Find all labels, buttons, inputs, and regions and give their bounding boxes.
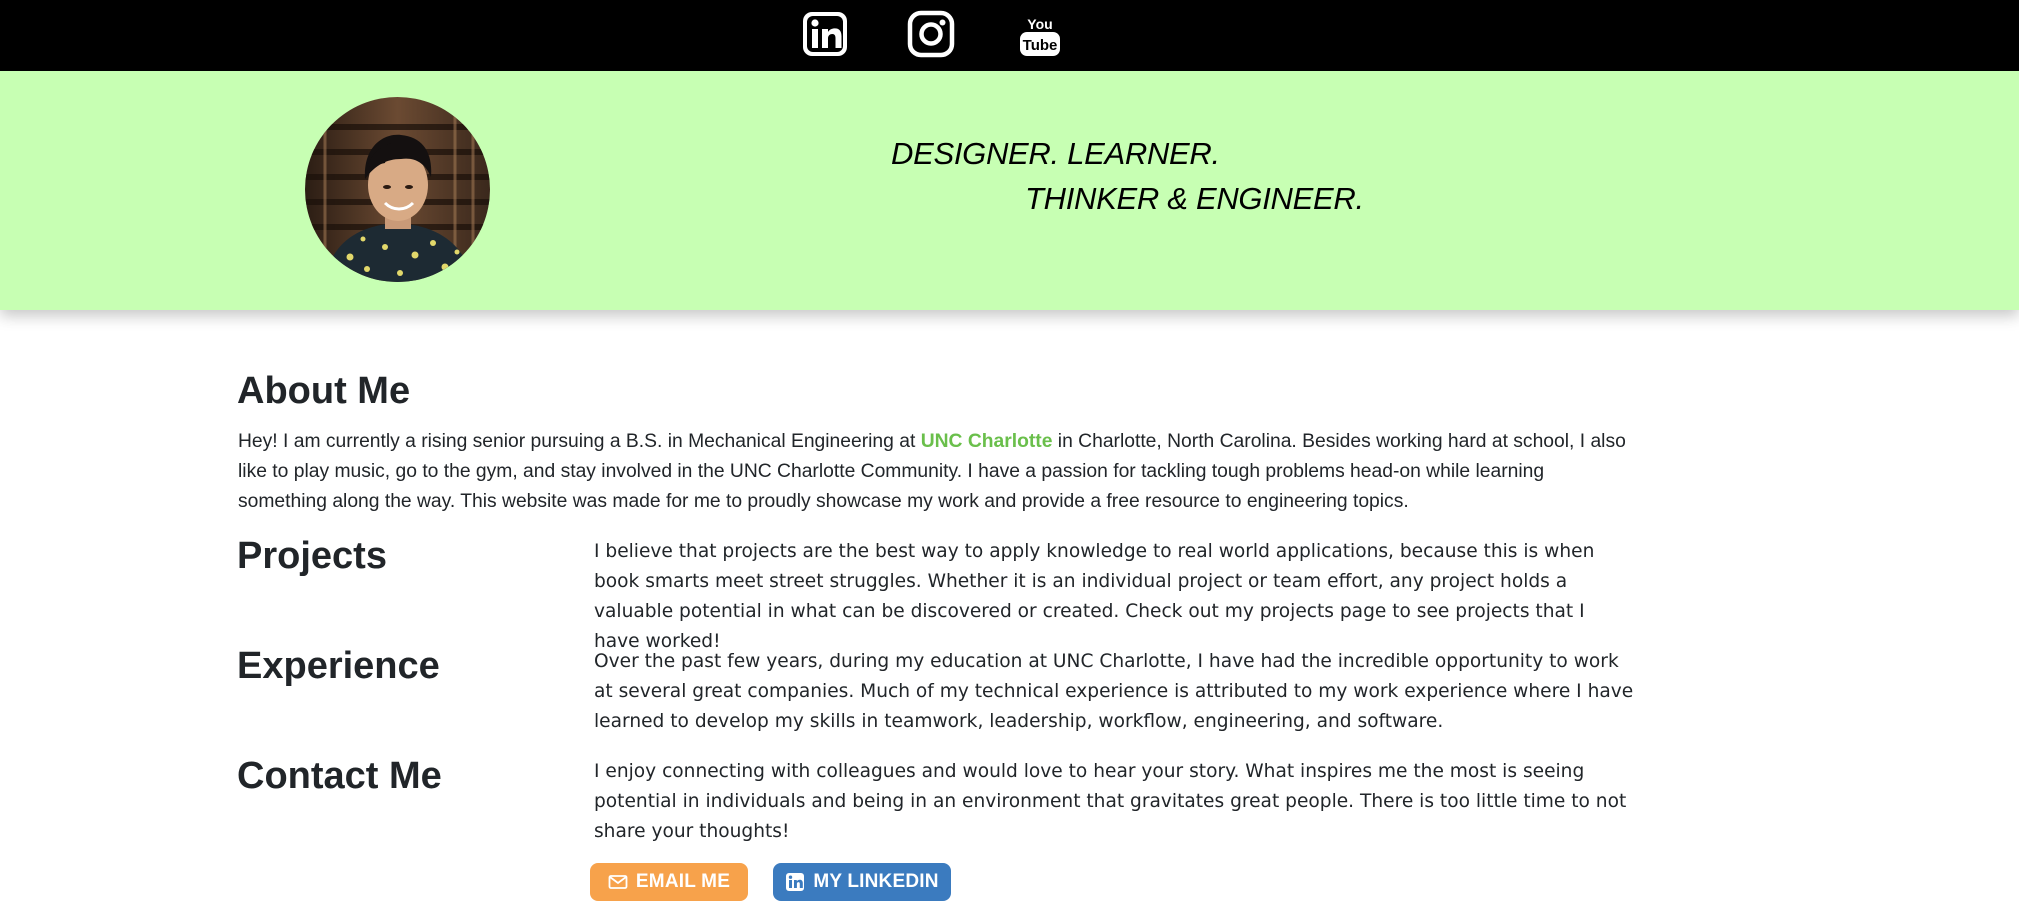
projects-heading: Projects	[237, 535, 387, 577]
profile-photo-icon	[305, 97, 490, 282]
linkedin-icon	[803, 12, 847, 56]
youtube-icon-text-top: You	[1027, 16, 1052, 32]
experience-paragraph: Over the past few years, during my educa…	[594, 651, 1634, 732]
profile-avatar	[305, 97, 490, 282]
my-linkedin-label: MY LINKEDIN	[813, 871, 939, 892]
youtube-icon: You Tube	[1020, 16, 1060, 56]
about-paragraph: Hey! I am currently a rising senior purs…	[238, 427, 1628, 517]
my-linkedin-button[interactable]: MY LINKEDIN	[773, 863, 951, 901]
experience-heading: Experience	[237, 645, 440, 687]
instagram-icon	[907, 10, 955, 58]
hero-banner	[0, 71, 2019, 310]
email-me-button[interactable]: EMAIL ME	[590, 863, 748, 901]
projects-paragraph: I believe that projects are the best way…	[594, 541, 1595, 652]
youtube-icon-text-bottom: Tube	[1023, 37, 1058, 54]
instagram-link[interactable]	[907, 10, 955, 58]
about-text-before: Hey! I am currently a rising senior purs…	[238, 431, 921, 452]
email-me-label: EMAIL ME	[635, 871, 731, 892]
linkedin-icon	[786, 873, 805, 891]
tagline-line-1: DESIGNER. LEARNER.	[891, 136, 1220, 171]
tagline-line-2: THINKER & ENGINEER.	[1025, 181, 1364, 216]
about-heading: About Me	[237, 370, 411, 412]
youtube-link[interactable]: You Tube	[1016, 10, 1064, 58]
envelope-icon	[608, 875, 628, 889]
linkedin-link[interactable]	[801, 10, 849, 58]
contact-heading: Contact Me	[237, 755, 442, 797]
top-navbar: You Tube	[0, 0, 2019, 71]
unc-charlotte-link[interactable]: UNC Charlotte	[921, 431, 1053, 452]
contact-paragraph: I enjoy connecting with colleagues and w…	[594, 761, 1627, 842]
